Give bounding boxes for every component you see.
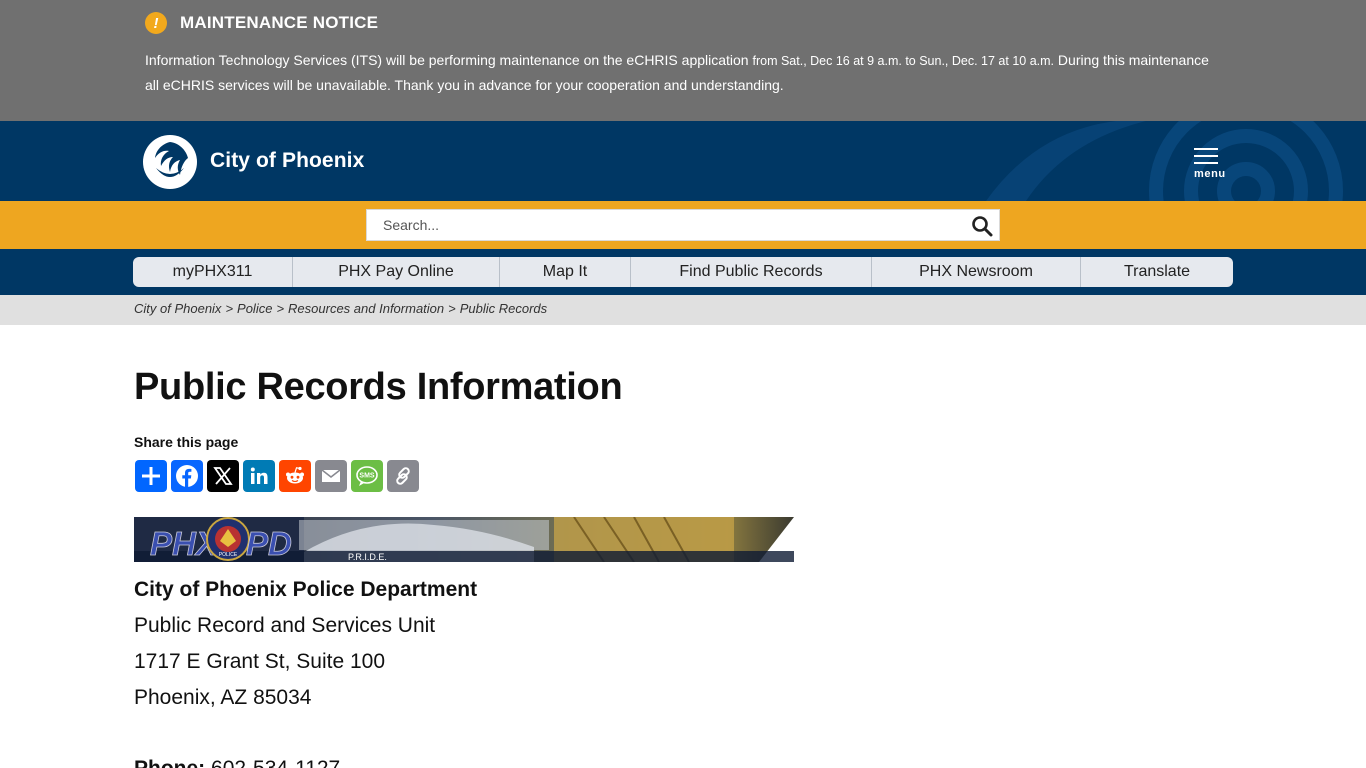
svg-text:SMS: SMS [359,473,375,480]
city-state-zip: Phoenix, AZ 85034 [134,686,312,709]
search-box [366,209,1000,241]
facebook-icon[interactable] [171,460,203,492]
share-buttons: SMS [135,460,419,492]
header-decoration [986,121,1343,201]
site-header: City of Phoenix menu [0,121,1366,201]
x-icon[interactable] [207,460,239,492]
banner-badge-text: POLICE [219,552,238,558]
hamburger-icon-bar [1194,155,1218,157]
search-strip [0,201,1366,249]
quick-link-pay-online[interactable]: PHX Pay Online [293,257,500,287]
banner-pd-text: PD [246,525,292,562]
menu-label: menu [1194,168,1226,180]
quick-link-map-it[interactable]: Map It [500,257,631,287]
site-name[interactable]: City of Phoenix [210,149,364,173]
hamburger-icon [1194,148,1218,150]
quick-link-translate[interactable]: Translate [1081,257,1233,287]
phone-number[interactable]: 602-534-1127 [211,757,340,768]
maintenance-notice: ! MAINTENANCE NOTICE Information Technol… [0,0,1366,121]
breadcrumb-item-city[interactable]: City of Phoenix [134,301,221,316]
menu-button[interactable]: menu [1190,147,1232,183]
quick-links: myPHX311 PHX Pay Online Map It Find Publ… [133,257,1233,287]
page-title: Public Records Information [134,366,623,408]
banner-tagline: P.R.I.D.E. [348,552,387,562]
quick-links-bar: myPHX311 PHX Pay Online Map It Find Publ… [0,249,1366,295]
breadcrumb-separator: > [225,301,234,316]
breadcrumb-separator: > [276,301,285,316]
search-input[interactable] [367,210,957,240]
notice-title-row: ! MAINTENANCE NOTICE [145,12,378,34]
hamburger-icon-bar [1194,162,1218,164]
share-icon[interactable] [135,460,167,492]
notice-body-dates: from Sat., Dec 16 at 9 a.m. to Sun., Dec… [752,54,1055,68]
reddit-icon[interactable] [279,460,311,492]
notice-body: Information Technology Services (ITS) wi… [145,48,1225,97]
phone-row: Phone: 602-534-1127 [134,757,340,768]
phxpd-banner-image: PHX POLICE PD P.R.I.D.E. [134,517,794,562]
quick-link-myphx311[interactable]: myPHX311 [133,257,293,287]
email-icon[interactable] [315,460,347,492]
copy-link-icon[interactable] [387,460,419,492]
phone-label: Phone: [134,757,205,768]
breadcrumb-item-resources[interactable]: Resources and Information [288,301,444,316]
breadcrumb-separator: > [448,301,456,316]
notice-title: MAINTENANCE NOTICE [180,13,379,32]
breadcrumb: City of Phoenix > Police > Resources and… [134,301,547,316]
street-address: 1717 E Grant St, Suite 100 [134,650,385,673]
search-icon[interactable] [971,215,993,237]
notice-body-part1: Information Technology Services (ITS) wi… [145,52,753,68]
unit-name: Public Record and Services Unit [134,614,436,637]
breadcrumb-bar: City of Phoenix > Police > Resources and… [0,295,1366,325]
quick-link-public-records[interactable]: Find Public Records [631,257,872,287]
breadcrumb-item-police[interactable]: Police [237,301,272,316]
sms-icon[interactable]: SMS [351,460,383,492]
share-label: Share this page [134,434,239,450]
phoenix-bird-logo[interactable] [142,134,198,190]
quick-link-newsroom[interactable]: PHX Newsroom [872,257,1081,287]
linkedin-icon[interactable] [243,460,275,492]
alert-icon: ! [145,12,167,34]
breadcrumb-item-current: Public Records [459,301,548,316]
dept-name: City of Phoenix Police Department [134,578,478,601]
